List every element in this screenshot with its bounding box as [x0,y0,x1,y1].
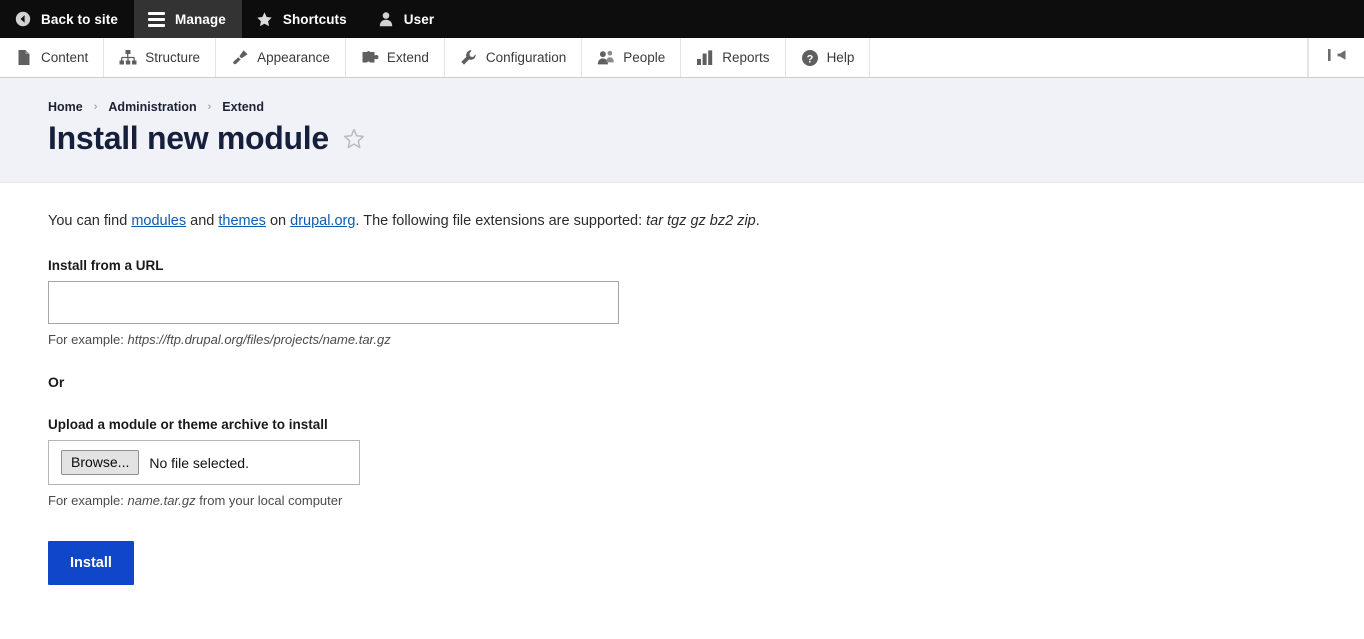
selected-file-status: No file selected. [149,454,249,471]
page-title-row: Install new module [48,120,1364,156]
toolbar-link-label: Content [41,50,89,65]
toolbar-link-extend[interactable]: Extend [346,38,445,77]
install-from-url-input[interactable] [48,281,619,325]
toolbar-item-label: Back to site [41,11,118,27]
star-icon [256,10,274,28]
toolbar-item-shortcuts[interactable]: Shortcuts [242,0,363,38]
intro-part-5: . [755,213,760,230]
upload-archive-label: Upload a module or theme archive to inst… [48,417,328,433]
intro-part-1: You can find [48,213,132,230]
install-from-url-label: Install from a URL [48,258,164,274]
breadcrumb-item-administration[interactable]: Administration [108,100,196,114]
file-upload-field[interactable]: Browse... No file selected. [48,440,360,486]
breadcrumb-separator-icon: › [207,101,212,113]
toolbar-link-reports[interactable]: Reports [681,38,786,77]
main-content: You can find modules and themes on drupa… [0,183,1364,586]
toolbar-link-label: Structure [145,50,201,65]
sitemap-icon [119,49,137,67]
help-prefix: For example: [48,332,128,348]
bar-chart-icon [696,49,714,67]
star-outline-icon[interactable] [342,127,366,151]
paintbrush-icon [231,49,249,67]
user-icon [377,10,395,28]
toolbar-item-back-to-site[interactable]: Back to site [0,0,134,38]
toolbar-item-manage[interactable]: Manage [133,0,242,38]
toolbar-link-configuration[interactable]: Configuration [445,38,583,77]
toolbar-item-user[interactable]: User [363,0,450,38]
or-divider-label: Or [48,374,65,391]
page-icon [15,49,33,67]
back-arrow-circle-icon [14,10,32,28]
help-prefix: For example: [48,493,128,509]
breadcrumb-item-extend[interactable]: Extend [222,100,264,114]
toolbar-item-label: User [403,11,435,27]
toolbar-link-appearance[interactable]: Appearance [216,38,346,77]
modules-link[interactable]: modules [131,213,186,229]
browse-button[interactable]: Browse... [61,449,140,476]
admin-toolbar-top: Back to site Manage Shortcuts User [0,0,1364,38]
intro-part-3: on [265,213,291,230]
supported-extensions: tar tgz gz bz2 zip [646,213,756,230]
intro-part-4: . The following file extensions are supp… [355,213,647,230]
install-from-url-help: For example: https://ftp.drupal.org/file… [48,332,1364,347]
themes-link[interactable]: themes [218,213,266,229]
breadcrumb-separator-icon: › [93,101,98,113]
toolbar-link-label: Appearance [257,50,330,65]
help-example: https://ftp.drupal.org/files/projects/na… [127,332,391,348]
toolbar-link-content[interactable]: Content [0,38,105,77]
install-button[interactable]: Install [48,541,134,586]
people-icon [597,49,615,67]
collapse-toolbar-button[interactable] [1308,38,1364,77]
page-header: Home › Administration › Extend Install n… [0,78,1364,184]
page-title: Install new module [48,120,329,156]
toolbar-item-label: Manage [174,11,226,27]
question-mark-circle-icon: ? [801,49,819,67]
drupal-org-link[interactable]: drupal.org [290,213,355,229]
toolbar-link-label: Help [826,50,855,65]
breadcrumb-item-home[interactable]: Home [48,100,83,114]
toolbar-link-people[interactable]: People [582,38,682,77]
hamburger-icon [148,10,166,28]
upload-archive-help: For example: name.tar.gz from your local… [48,493,1364,508]
toolbar-link-label: Extend [386,50,429,65]
intro-text: You can find modules and themes on drupa… [48,211,1364,232]
wrench-icon [460,49,478,67]
toolbar-spacer [870,38,1308,77]
toolbar-link-help[interactable]: ? Help [786,38,871,77]
admin-toolbar-sub: Content Structure Appearance Extend Conf… [0,38,1364,78]
svg-text:?: ? [806,53,813,65]
toolbar-link-label: Reports [722,50,770,65]
breadcrumb: Home › Administration › Extend [48,100,1364,114]
toolbar-link-label: Configuration [485,50,567,65]
help-suffix: from your local computer [195,493,343,509]
toolbar-link-structure[interactable]: Structure [104,38,217,77]
toolbar-item-label: Shortcuts [282,11,347,27]
toolbar-link-label: People [623,50,666,65]
help-example: name.tar.gz [127,493,196,509]
collapse-toolbar-icon [1326,47,1348,68]
puzzle-piece-icon [361,49,379,67]
intro-part-2: and [186,213,219,230]
